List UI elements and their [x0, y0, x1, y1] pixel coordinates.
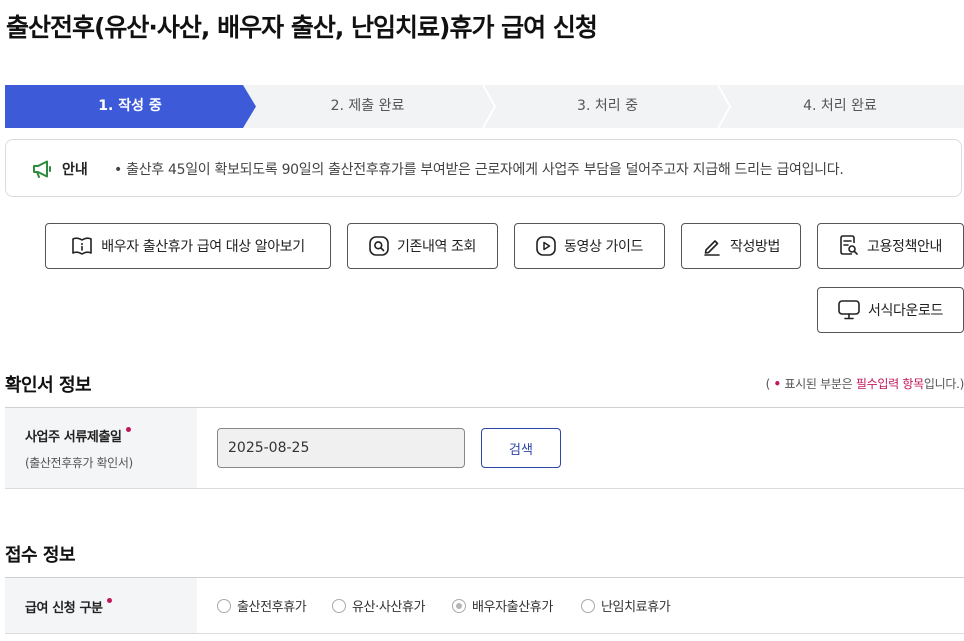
- field-label-text: 사업주 서류제출일: [25, 430, 122, 445]
- submission-date-input[interactable]: 2025-08-25: [217, 428, 465, 468]
- row-label-cell: 사업주 서류제출일 (출산전후휴가 확인서): [5, 408, 197, 488]
- monitor-icon: [838, 300, 860, 320]
- notice-box: 안내 • 출산후 45일이 확보되도록 90일의 출산전후휴가를 부여받은 근로…: [5, 139, 962, 197]
- req-note-highlight: 필수입력 항목: [855, 377, 924, 391]
- radio-miscarriage-leave[interactable]: 유산·사산휴가: [332, 596, 425, 615]
- req-note-text: 표시된 부분은: [784, 377, 853, 391]
- field-label-text: 급여 신청 구분: [25, 601, 103, 616]
- section-title-receipt: 접수 정보: [5, 545, 76, 566]
- radio-infertility-leave[interactable]: 난임치료휴가: [581, 596, 671, 615]
- document-search-icon: [840, 235, 858, 255]
- required-dot-icon: [106, 598, 112, 603]
- radio-button[interactable]: [581, 598, 595, 613]
- button-label: 배우자 출산휴가 급여 대상 알아보기: [101, 239, 305, 255]
- radio-label: 난임치료휴가: [601, 600, 671, 615]
- radio-label: 출산전후휴가: [237, 600, 307, 615]
- radio-maternity-leave[interactable]: 출산전후휴가: [217, 596, 307, 615]
- step-3-processing: 3. 처리 중: [577, 98, 638, 114]
- search-icon: [369, 236, 389, 256]
- required-dot-icon: •: [773, 377, 782, 391]
- section-title-confirm: 확인서 정보: [5, 375, 92, 396]
- page-title: 출산전후(유산·사산, 배우자 출산, 난임치료)휴가 급여 신청: [6, 13, 598, 42]
- radio-button[interactable]: [332, 598, 346, 613]
- radio-label: 배우자출산휴가: [472, 600, 553, 615]
- notice-text: • 출산후 45일이 확보되도록 90일의 출산전후휴가를 부여받은 근로자에게…: [114, 162, 844, 178]
- radio-button-selected[interactable]: [452, 598, 466, 613]
- step-1-writing: 1. 작성 중: [98, 98, 162, 114]
- radio-spouse-maternity-leave[interactable]: 배우자출산휴가: [452, 596, 553, 615]
- button-label: 동영상 가이드: [564, 239, 643, 255]
- video-guide-button[interactable]: 동영상 가이드: [514, 223, 665, 269]
- field-label: 급여 신청 구분: [25, 597, 112, 616]
- video-play-icon: [536, 236, 556, 256]
- required-dot-icon: [125, 427, 131, 432]
- step-2-submitted: 2. 제출 완료: [330, 98, 405, 114]
- history-lookup-button[interactable]: 기존내역 조회: [347, 223, 498, 269]
- button-label: 작성방법: [730, 239, 780, 255]
- book-info-icon: [72, 237, 93, 255]
- benefit-type-row: 급여 신청 구분 출산전후휴가 유산·사산휴가 배우자출산휴가 난임치료휴가: [5, 577, 964, 634]
- button-label: 기존내역 조회: [397, 239, 476, 255]
- spouse-leave-eligibility-button[interactable]: 배우자 출산휴가 급여 대상 알아보기: [45, 223, 331, 269]
- req-note-prefix: (: [765, 377, 771, 391]
- field-sublabel: (출산전후휴가 확인서): [25, 456, 133, 470]
- notice-label: 안내: [62, 162, 88, 178]
- step-4-complete: 4. 처리 완료: [803, 98, 877, 114]
- pen-icon: [704, 240, 720, 256]
- required-field-note: ( • 표시된 부분은 필수입력 항목입니다.): [766, 375, 964, 392]
- date-search-button[interactable]: 검색: [481, 428, 561, 468]
- employer-submission-date-row: 사업주 서류제출일 (출산전후휴가 확인서) 2025-08-25 검색: [5, 407, 964, 489]
- how-to-write-button[interactable]: 작성방법: [681, 223, 801, 269]
- employment-policy-button[interactable]: 고용정책안내: [817, 223, 964, 269]
- button-label: 서식다운로드: [868, 303, 943, 319]
- button-label: 고용정책안내: [867, 239, 942, 255]
- row-label-cell: 급여 신청 구분: [5, 578, 197, 633]
- radio-label: 유산·사산휴가: [352, 600, 426, 615]
- step-indicator: 1. 작성 중 2. 제출 완료 3. 처리 중 4. 처리 완료: [5, 85, 964, 128]
- field-label: 사업주 서류제출일: [25, 426, 131, 445]
- radio-button[interactable]: [217, 598, 231, 613]
- req-note-suffix: 입니다.): [923, 377, 964, 391]
- form-download-button[interactable]: 서식다운로드: [817, 287, 964, 333]
- megaphone-icon: [33, 160, 51, 178]
- page: 출산전후(유산·사산, 배우자 출산, 난임치료)휴가 급여 신청 1. 작성 …: [0, 0, 964, 641]
